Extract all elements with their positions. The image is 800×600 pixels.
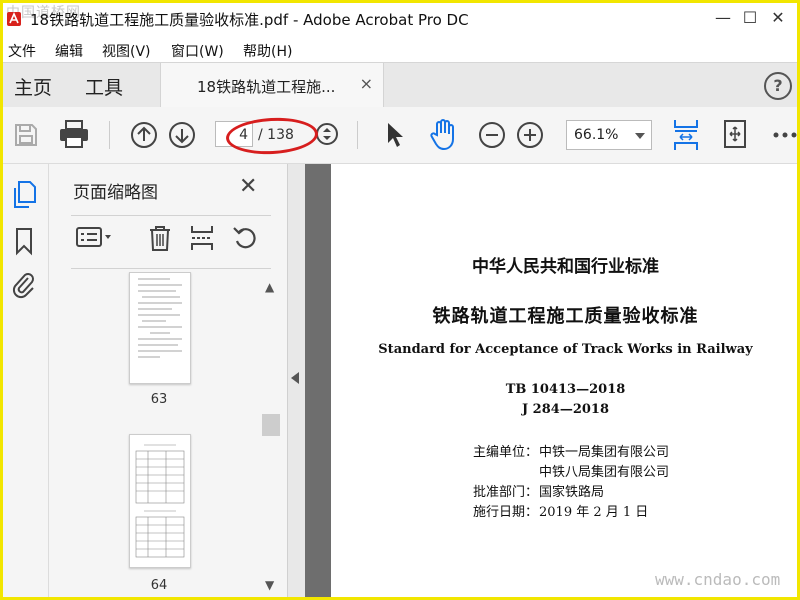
site-url-watermark: www.cndao.com <box>655 570 781 589</box>
acrobat-app-icon <box>7 12 21 26</box>
main-toolbar: 4 / 138 66.1% <box>0 107 800 164</box>
collapse-panel-icon[interactable] <box>291 372 299 384</box>
doc-code-j: J 284—2018 <box>522 402 609 417</box>
zoom-level-select[interactable]: 66.1% <box>566 120 652 150</box>
doc-title-en: Standard for Acceptance of Track Works i… <box>378 342 753 357</box>
hand-tool-icon[interactable] <box>428 117 460 151</box>
attachments-icon[interactable] <box>10 270 38 300</box>
close-window-button[interactable]: ✕ <box>768 8 788 27</box>
minimize-button[interactable]: — <box>713 8 733 27</box>
zoom-out-icon[interactable] <box>478 121 506 149</box>
left-navigation-strip <box>0 164 49 600</box>
thumbnail-page-63[interactable] <box>129 272 191 384</box>
maximize-button[interactable]: ☐ <box>740 8 760 27</box>
editor-1: 中铁一局集团有限公司 <box>539 445 670 460</box>
scroll-down-icon[interactable]: ▼ <box>265 578 274 592</box>
menu-file[interactable]: 文件 <box>8 41 36 61</box>
menu-view[interactable]: 视图(V) <box>102 41 151 61</box>
thumbnail-label: 63 <box>150 392 168 407</box>
delete-icon[interactable] <box>147 224 173 252</box>
window-title: 18铁路轨道工程施工质量验收标准.pdf - Adobe Acrobat Pro… <box>30 11 469 29</box>
scroll-mode-icon[interactable] <box>316 123 338 145</box>
doc-title-cn: 铁路轨道工程施工质量验收标准 <box>432 306 699 327</box>
menu-edit[interactable]: 编辑 <box>55 41 83 61</box>
effective-value: 2019 年 2 月 1 日 <box>539 505 649 520</box>
tab-document[interactable]: 18铁路轨道工程施... × <box>160 63 384 107</box>
help-icon[interactable]: ? <box>764 72 792 100</box>
next-page-icon[interactable] <box>168 121 196 149</box>
thumbnail-label: 64 <box>150 578 168 593</box>
tab-bar: 主页 工具 18铁路轨道工程施... × ? <box>0 62 800 108</box>
rotate-icon[interactable] <box>231 224 259 252</box>
chevron-down-icon <box>635 133 645 139</box>
approval-value: 国家铁路局 <box>539 485 605 500</box>
close-tab-button[interactable]: × <box>360 74 373 93</box>
title-bar: 中国道桥网 18铁路轨道工程施工质量验收标准.pdf - Adobe Acrob… <box>0 0 800 38</box>
zoom-in-icon[interactable] <box>516 121 544 149</box>
page-thumbnails-panel: 页面缩略图 ✕ 63 64 ▲ ▼ <box>49 164 287 600</box>
menu-bar: 文件 编辑 视图(V) 窗口(W) 帮助(H) <box>0 38 800 62</box>
extract-pages-icon[interactable] <box>189 224 215 252</box>
more-options-icon[interactable] <box>772 131 798 139</box>
print-icon[interactable] <box>58 119 90 149</box>
bookmarks-icon[interactable] <box>10 226 38 256</box>
tab-tools[interactable]: 工具 <box>85 73 123 100</box>
document-tab-label: 18铁路轨道工程施... <box>197 78 336 96</box>
panel-title: 页面缩略图 <box>73 183 158 203</box>
menu-help[interactable]: 帮助(H) <box>243 41 292 61</box>
scrollbar-thumb[interactable] <box>262 414 280 436</box>
rotate-view-icon[interactable] <box>722 119 748 149</box>
pdf-page: 中华人民共和国行业标准 铁路轨道工程施工质量验收标准 Standard for … <box>331 164 800 600</box>
zoom-level-value: 66.1% <box>574 127 619 143</box>
thumbnail-page-64[interactable] <box>129 434 191 568</box>
page-thumbnails-icon[interactable] <box>10 180 38 210</box>
editor-label: 主编单位： <box>473 445 539 460</box>
menu-window[interactable]: 窗口(W) <box>171 41 224 61</box>
effective-label: 施行日期： <box>473 505 539 520</box>
doc-code-tb: TB 10413—2018 <box>505 382 626 397</box>
fit-page-icon[interactable] <box>672 117 700 153</box>
tab-home[interactable]: 主页 <box>14 73 52 100</box>
previous-page-icon[interactable] <box>130 121 158 149</box>
thumbnail-scrollbar[interactable]: ▲ ▼ <box>260 272 280 600</box>
close-panel-button[interactable]: ✕ <box>239 174 257 199</box>
thumbnail-options-icon[interactable] <box>75 224 113 250</box>
approval-label: 批准部门： <box>473 485 539 500</box>
editor-2: 中铁八局集团有限公司 <box>539 465 670 480</box>
panel-splitter[interactable] <box>287 164 306 600</box>
doc-header: 中华人民共和国行业标准 <box>472 257 659 277</box>
select-cursor-icon[interactable] <box>384 121 406 149</box>
scroll-up-icon[interactable]: ▲ <box>265 280 274 294</box>
thumbnail-list: 63 64 <box>49 272 259 600</box>
save-icon[interactable] <box>12 121 40 149</box>
